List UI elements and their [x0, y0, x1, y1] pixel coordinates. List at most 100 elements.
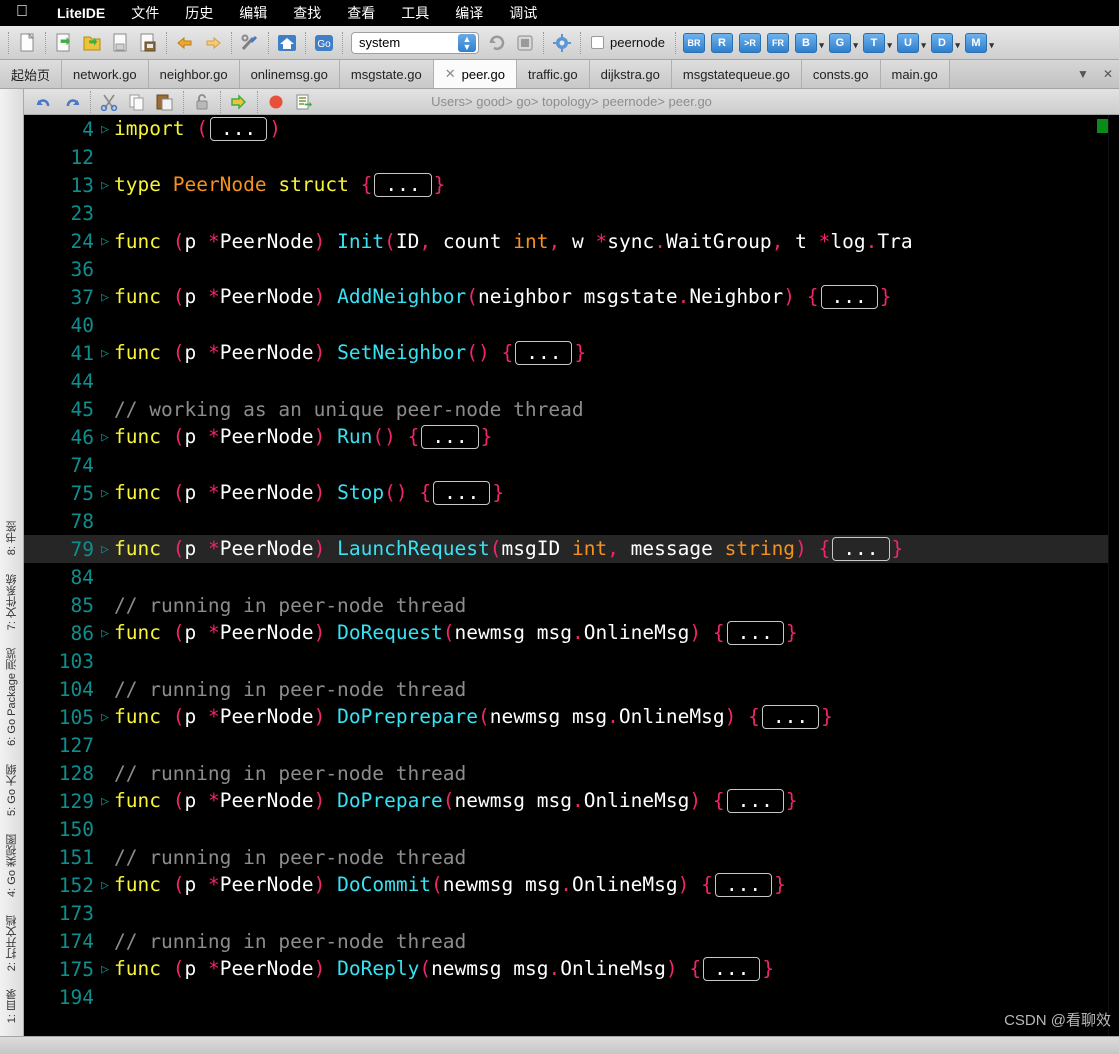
tab-networkgo[interactable]: network.go — [62, 60, 149, 88]
open-folder-icon[interactable] — [78, 30, 106, 56]
reload-icon[interactable] — [483, 30, 511, 56]
code-line[interactable]: 24 ▷ func (p *PeerNode) Init(ID, count int… — [24, 227, 1119, 255]
collapsed-block[interactable]: ... — [714, 873, 773, 898]
back-arrow-icon[interactable] — [171, 30, 199, 56]
code-line[interactable]: 36 — [24, 255, 1119, 283]
open-file-icon[interactable] — [50, 30, 78, 56]
code-line[interactable]: 40 — [24, 311, 1119, 339]
code-line[interactable]: 194 — [24, 983, 1119, 1011]
vertical-scrollbar[interactable] — [1108, 115, 1119, 1036]
sidebar-item-4[interactable]: 4: Go 类视图 — [4, 825, 20, 906]
action-button-g[interactable]: G ▾ — [828, 32, 858, 53]
fold-toggle-icon[interactable]: ▷ — [96, 178, 114, 193]
sidebar-item-1[interactable]: 1: 目录 — [4, 980, 20, 1032]
tab-onlinemsggo[interactable]: onlinemsg.go — [239, 60, 340, 88]
menu-item-debug[interactable]: 调试 — [496, 3, 550, 23]
action-button-u[interactable]: U ▾ — [896, 32, 926, 53]
action-button-r[interactable]: R — [710, 32, 733, 53]
go-env-icon[interactable]: Go — [310, 30, 338, 56]
stop-icon[interactable] — [511, 30, 539, 56]
chevron-down-icon[interactable]: ▾ — [819, 40, 824, 51]
code-line[interactable]: 128 // running in peer-node thread — [24, 759, 1119, 787]
fold-toggle-icon[interactable]: ▷ — [96, 234, 114, 249]
action-button-r[interactable]: >R — [738, 32, 761, 53]
target-checkbox[interactable]: peernode — [585, 35, 671, 50]
tab-trafficgo[interactable]: traffic.go — [517, 60, 590, 88]
code-line[interactable]: 75 ▷ func (p *PeerNode) Stop() {...} — [24, 479, 1119, 507]
undo-icon[interactable] — [30, 89, 58, 115]
fold-toggle-icon[interactable]: ▷ — [96, 346, 114, 361]
build-tools-icon[interactable] — [236, 30, 264, 56]
code-line[interactable]: 85 // running in peer-node thread — [24, 591, 1119, 619]
chevron-down-icon[interactable]: ▾ — [853, 40, 858, 51]
menu-item-history[interactable]: 历史 — [172, 3, 226, 23]
goto-icon[interactable] — [225, 89, 253, 115]
fold-toggle-icon[interactable]: ▷ — [96, 710, 114, 725]
code-line[interactable]: 152 ▷ func (p *PeerNode) DoCommit(newmsg m… — [24, 871, 1119, 899]
paste-icon[interactable] — [151, 89, 179, 115]
tab-msgstatequeuego[interactable]: msgstatequeue.go — [671, 60, 802, 88]
action-button-b[interactable]: B ▾ — [794, 32, 824, 53]
menu-item-tools[interactable]: 工具 — [388, 3, 442, 23]
sidebar-item-2[interactable]: 2: 打开文档 — [4, 906, 20, 980]
collapsed-block[interactable]: ... — [374, 173, 432, 198]
action-button-d[interactable]: D ▾ — [930, 32, 960, 53]
apple-icon[interactable]:  — [10, 4, 44, 22]
menu-item-edit[interactable]: 编辑 — [226, 3, 280, 23]
code-line[interactable]: 79 ▷ func (p *PeerNode) LaunchRequest(msgI… — [24, 535, 1119, 563]
code-line[interactable]: 104 // running in peer-node thread — [24, 675, 1119, 703]
lock-icon[interactable] — [188, 89, 216, 115]
tab-neighborgo[interactable]: neighbor.go — [148, 60, 240, 88]
format-icon[interactable] — [290, 89, 318, 115]
fold-toggle-icon[interactable]: ▷ — [96, 486, 114, 501]
code-line[interactable]: 13 ▷ type PeerNode struct {...} — [24, 171, 1119, 199]
save-file-icon[interactable] — [106, 30, 134, 56]
code-line[interactable]: 86 ▷ func (p *PeerNode) DoRequest(newmsg m… — [24, 619, 1119, 647]
environment-select[interactable]: system ▲ ▼ — [351, 31, 479, 54]
code-line[interactable]: 127 — [24, 731, 1119, 759]
fold-toggle-icon[interactable]: ▷ — [96, 542, 114, 557]
code-line[interactable]: 150 — [24, 815, 1119, 843]
chevron-down-icon[interactable]: ▼ — [1077, 67, 1089, 81]
tab-constsgo[interactable]: consts.go — [801, 60, 881, 88]
fold-toggle-icon[interactable]: ▷ — [96, 290, 114, 305]
code-line[interactable]: 103 — [24, 647, 1119, 675]
chevron-down-icon[interactable]: ▾ — [921, 40, 926, 51]
sidebar-item-6[interactable]: 6: Go Package 测览 — [4, 639, 20, 755]
action-button-fr[interactable]: FR — [766, 32, 789, 53]
code-line[interactable]: 174 // running in peer-node thread — [24, 927, 1119, 955]
forward-arrow-icon[interactable] — [199, 30, 227, 56]
code-line[interactable]: 105 ▷ func (p *PeerNode) DoPreprepare(newm… — [24, 703, 1119, 731]
collapsed-block[interactable]: ... — [820, 285, 878, 310]
tab-[interactable]: 起始页 — [0, 60, 63, 88]
tab-dijkstrago[interactable]: dijkstra.go — [589, 60, 672, 88]
sidebar-item-5[interactable]: 5: Go 大纲 — [4, 755, 20, 825]
new-file-icon[interactable] — [13, 30, 41, 56]
code-line[interactable]: 46 ▷ func (p *PeerNode) Run() {...} — [24, 423, 1119, 451]
code-line[interactable]: 41 ▷ func (p *PeerNode) SetNeighbor() {...… — [24, 339, 1119, 367]
code-line[interactable]: 45 // working as an unique peer-node thre… — [24, 395, 1119, 423]
fold-toggle-icon[interactable]: ▷ — [96, 430, 114, 445]
menu-item-file[interactable]: 文件 — [118, 3, 172, 23]
code-line[interactable]: 129 ▷ func (p *PeerNode) DoPrepare(newmsg … — [24, 787, 1119, 815]
tab-msgstatego[interactable]: msgstate.go — [339, 60, 434, 88]
breakpoint-icon[interactable] — [262, 89, 290, 115]
code-editor[interactable]: 4 ▷ import (...) 12 13 ▷ type PeerNode struct … — [24, 115, 1119, 1036]
code-line[interactable]: 173 — [24, 899, 1119, 927]
chevron-down-icon[interactable]: ▾ — [989, 40, 994, 51]
collapsed-block[interactable]: ... — [209, 117, 268, 142]
save-all-icon[interactable] — [134, 30, 162, 56]
menu-item-view[interactable]: 查看 — [334, 3, 388, 23]
tab-peergo[interactable]: ✕ peer.go — [433, 60, 517, 88]
code-line[interactable]: 175 ▷ func (p *PeerNode) DoReply(newmsg ms… — [24, 955, 1119, 983]
action-button-m[interactable]: M ▾ — [964, 32, 994, 53]
copy-icon[interactable] — [123, 89, 151, 115]
collapsed-block[interactable]: ... — [421, 425, 479, 450]
collapsed-block[interactable]: ... — [703, 957, 761, 982]
code-line[interactable]: 23 — [24, 199, 1119, 227]
home-icon[interactable] — [273, 30, 301, 56]
tab-maingo[interactable]: main.go — [880, 60, 950, 88]
menu-item-liteide[interactable]: LiteIDE — [44, 5, 118, 21]
checkbox-box[interactable] — [591, 36, 604, 49]
collapsed-block[interactable]: ... — [761, 705, 820, 730]
